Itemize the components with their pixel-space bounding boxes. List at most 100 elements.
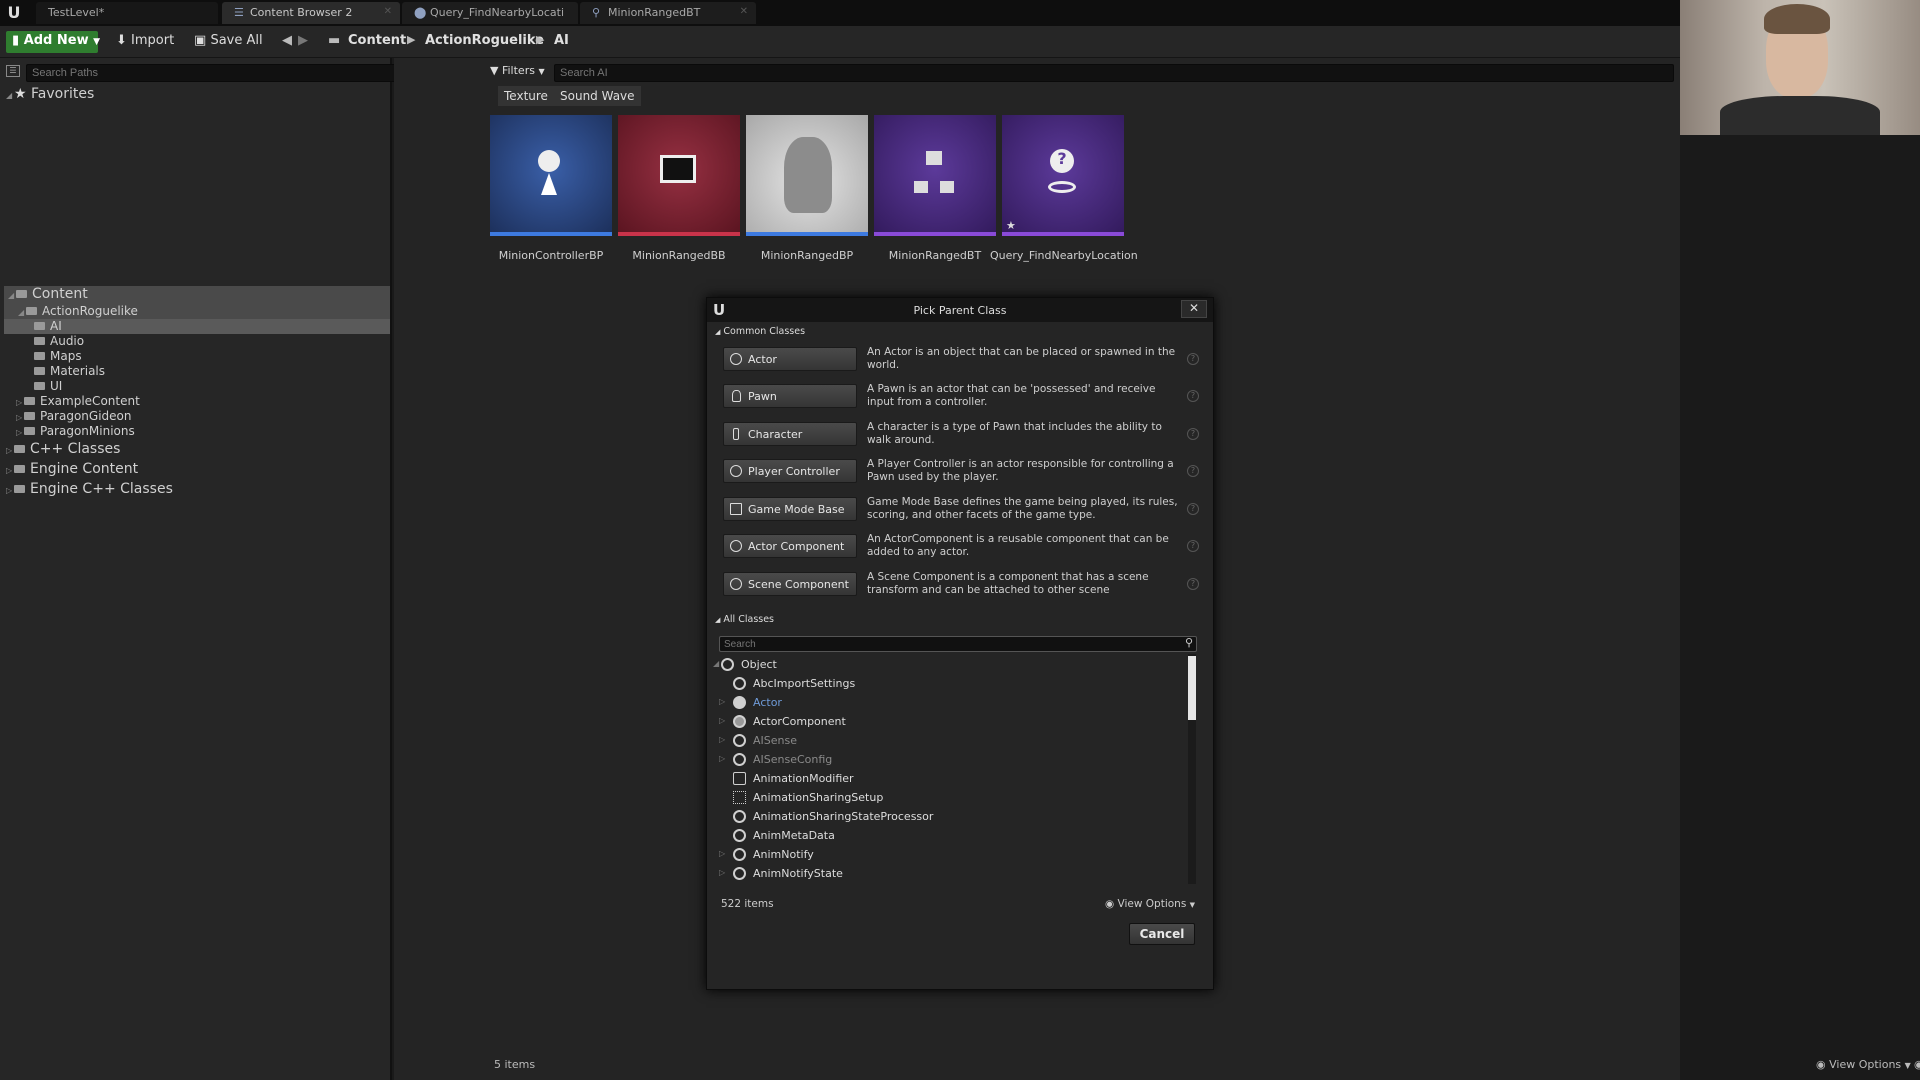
search-paths-input[interactable] xyxy=(26,64,456,82)
folder-icon xyxy=(14,445,25,453)
tree-actionroguelike[interactable]: ◢ ActionRoguelike xyxy=(4,304,390,319)
add-new-button[interactable]: ▮ Add New ▼ xyxy=(6,31,100,53)
tree-audio[interactable]: Audio xyxy=(34,334,84,349)
class-view-options-button[interactable]: ◉ View Options ▼ xyxy=(1105,898,1195,910)
help-icon[interactable]: ? xyxy=(1187,428,1199,440)
asset-tile-minionrangedbp[interactable]: MinionRangedBP xyxy=(746,115,868,263)
class-tree-scrollbar[interactable] xyxy=(1188,654,1196,884)
view-options-label: View Options xyxy=(1829,1058,1902,1071)
class-label: AnimationSharingStateProcessor xyxy=(753,810,934,823)
asset-tile-minioncontrollerbp[interactable]: MinionControllerBP xyxy=(490,115,612,263)
help-icon[interactable]: ? xyxy=(1187,353,1199,365)
tree-examplecontent[interactable]: ▷ ExampleContent xyxy=(16,394,140,409)
content-browser-toolbar: ▮ Add New ▼ ⬇ Import ▣ Save All ◀ ▶ ▬ Co… xyxy=(0,26,1680,58)
class-row-object[interactable]: ◢ Object xyxy=(713,656,1183,674)
object-icon xyxy=(733,734,746,747)
asset-tile-minionrangedbb[interactable]: MinionRangedBB xyxy=(618,115,740,263)
game-mode-base-button[interactable]: Game Mode Base xyxy=(723,497,857,521)
favorite-star-icon[interactable]: ★ xyxy=(1006,219,1016,232)
save-all-button[interactable]: ▣ Save All xyxy=(188,31,269,53)
tab-testlevel[interactable]: TestLevel* xyxy=(36,2,218,24)
help-icon[interactable]: ? xyxy=(1187,578,1199,590)
scrollbar-thumb[interactable] xyxy=(1188,656,1196,720)
help-icon[interactable]: ? xyxy=(1187,465,1199,477)
help-icon[interactable]: ? xyxy=(1187,503,1199,515)
all-classes-header[interactable]: ◢ All Classes xyxy=(715,614,774,625)
scene-component-button[interactable]: Scene Component xyxy=(723,572,857,596)
tree-content[interactable]: ◢ Content xyxy=(4,286,390,304)
search-assets-input[interactable] xyxy=(554,64,1674,82)
object-icon xyxy=(733,848,746,861)
expand-arrow-icon: ▷ xyxy=(719,868,726,877)
tree-maps[interactable]: Maps xyxy=(34,349,82,364)
dialog-title: Pick Parent Class xyxy=(913,304,1007,317)
dialog-titlebar[interactable]: U Pick Parent Class ✕ xyxy=(707,298,1213,322)
close-icon[interactable]: ✕ xyxy=(740,6,748,17)
tree-paragonminions[interactable]: ▷ ParagonMinions xyxy=(16,424,135,439)
filter-chip-texture[interactable]: Texture xyxy=(498,86,554,106)
class-row-animnotifystate[interactable]: ▷ AnimNotifyState xyxy=(713,865,1183,883)
class-search-input[interactable] xyxy=(719,636,1197,652)
class-row-animnotify[interactable]: ▷ AnimNotify xyxy=(713,846,1183,864)
class-label: AnimNotify xyxy=(753,848,814,861)
tab-content-browser[interactable]: ☰ Content Browser 2 ✕ xyxy=(222,2,400,24)
class-row-actor[interactable]: ▷ Actor xyxy=(713,694,1183,712)
class-row-animmetadata[interactable]: AnimMetaData xyxy=(713,827,1183,845)
help-icon[interactable]: ? xyxy=(1187,540,1199,552)
tree-ui[interactable]: UI xyxy=(34,379,62,394)
class-row-abcimportsettings[interactable]: AbcImportSettings xyxy=(713,675,1183,693)
tab-query[interactable]: ⬤ Query_FindNearbyLocati xyxy=(402,2,578,24)
character-button[interactable]: Character xyxy=(723,422,857,446)
sources-toggle-icon[interactable]: ☰ xyxy=(6,65,20,77)
actor-icon xyxy=(733,696,746,709)
asset-tile-minionrangedbt[interactable]: MinionRangedBT xyxy=(874,115,996,263)
forward-icon[interactable]: ▶ xyxy=(292,31,314,53)
player-controller-icon xyxy=(730,465,742,477)
tab-minionrangedbt[interactable]: ⚲ MinionRangedBT ✕ xyxy=(580,2,756,24)
class-row-animationmodifier[interactable]: AnimationModifier xyxy=(713,770,1183,788)
class-row-aisense[interactable]: ▷ AISense xyxy=(713,732,1183,750)
tree-engine-cpp-classes[interactable]: ▷ Engine C++ Classes xyxy=(6,481,173,499)
view-options-button[interactable]: ◉ View Options ▼ xyxy=(1914,1058,1920,1071)
webcam-overlay xyxy=(1680,0,1920,135)
class-row-animationsharingsetup[interactable]: AnimationSharingSetup xyxy=(713,789,1183,807)
tree-label: Maps xyxy=(50,349,82,363)
player-controller-button[interactable]: Player Controller xyxy=(723,459,857,483)
button-label: Player Controller xyxy=(748,465,840,478)
help-icon[interactable]: ? xyxy=(1187,390,1199,402)
class-row-actorcomponent[interactable]: ▷ ActorComponent xyxy=(713,713,1183,731)
actor-component-icon xyxy=(730,540,742,552)
folder-icon: ▬ xyxy=(328,33,341,48)
common-classes-header[interactable]: ◢ Common Classes xyxy=(715,326,805,337)
content-view-options-button[interactable]: ◉ View Options ▼ xyxy=(1816,1058,1911,1071)
tree-cpp-classes[interactable]: ▷ C++ Classes xyxy=(6,441,120,459)
tree-label: ActionRoguelike xyxy=(42,304,138,318)
close-icon[interactable]: ✕ xyxy=(384,6,392,17)
actor-button[interactable]: Actor xyxy=(723,347,857,371)
import-button[interactable]: ⬇ Import xyxy=(110,31,180,53)
pawn-button[interactable]: Pawn xyxy=(723,384,857,408)
collapse-arrow-icon: ◢ xyxy=(6,91,13,100)
class-row-aisenseconfig[interactable]: ▷ AISenseConfig xyxy=(713,751,1183,769)
breadcrumb-content[interactable]: Content xyxy=(348,33,406,48)
folder-icon xyxy=(14,465,25,473)
tree-paragongideon[interactable]: ▷ ParagonGideon xyxy=(16,409,131,424)
character-icon xyxy=(733,428,739,440)
class-row-animationsharingstateprocessor[interactable]: AnimationSharingStateProcessor xyxy=(713,808,1183,826)
folder-icon xyxy=(34,322,45,330)
cancel-button[interactable]: Cancel xyxy=(1129,923,1195,945)
favorites-row[interactable]: ◢ ★ Favorites xyxy=(6,86,94,102)
tree-materials[interactable]: Materials xyxy=(34,364,105,379)
actor-icon xyxy=(730,353,742,365)
actor-component-button[interactable]: Actor Component xyxy=(723,534,857,558)
tree-engine-content[interactable]: ▷ Engine Content xyxy=(6,461,138,479)
unreal-logo-icon[interactable]: U xyxy=(4,3,24,23)
tree-ai[interactable]: AI xyxy=(4,319,390,334)
breadcrumb-actionroguelike[interactable]: ActionRoguelike xyxy=(425,33,544,48)
filters-button[interactable]: ▼ Filters ▼ xyxy=(490,64,545,77)
filter-chip-sound-wave[interactable]: Sound Wave xyxy=(554,86,641,106)
breadcrumb-ai[interactable]: AI xyxy=(554,33,569,48)
folder-icon xyxy=(34,352,45,360)
close-icon[interactable]: ✕ xyxy=(1181,300,1207,318)
asset-tile-query-findnearbylocation[interactable]: ? ★ Query_FindNearbyLocation xyxy=(990,115,1138,263)
